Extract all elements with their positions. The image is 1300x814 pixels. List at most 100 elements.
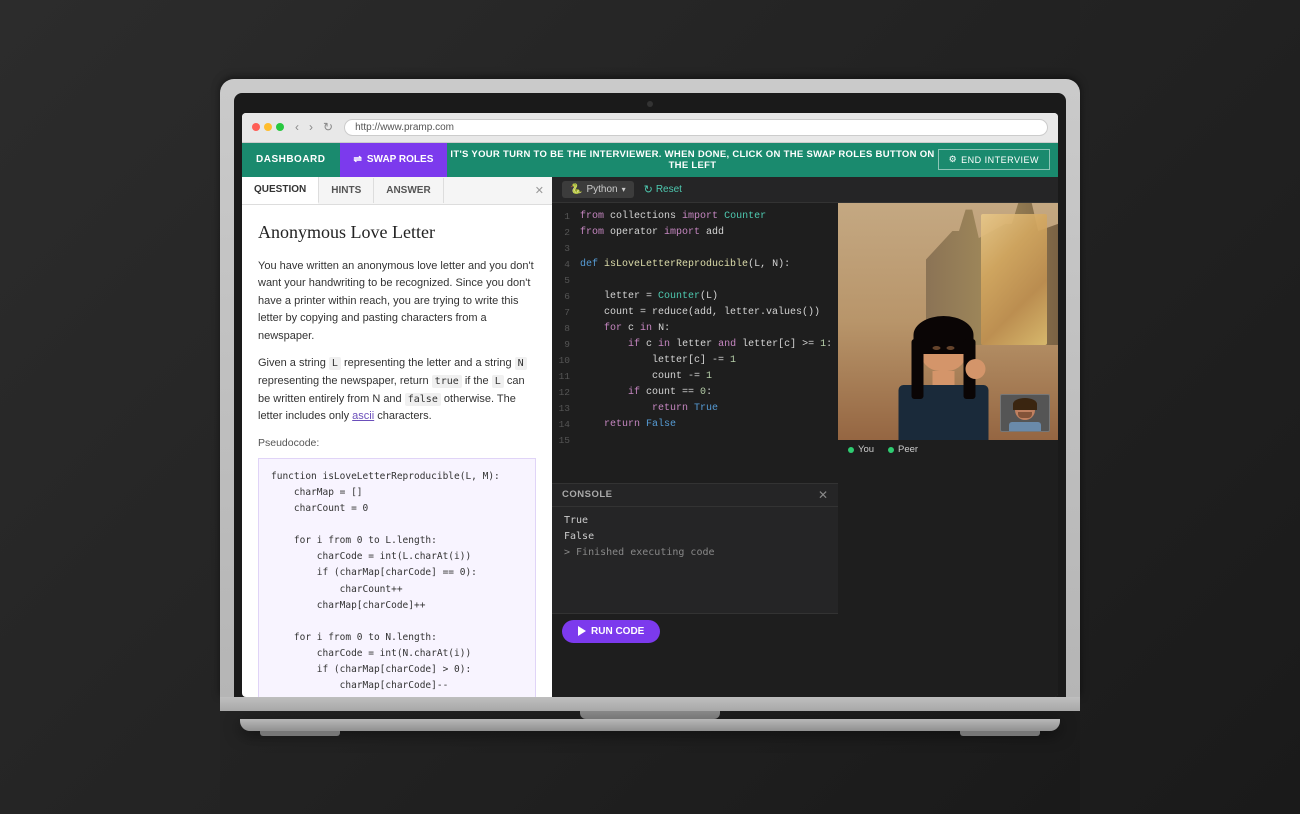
ascii-link[interactable]: ascii (352, 410, 374, 422)
end-interview-button[interactable]: ⚙ END INTERVIEW (938, 149, 1050, 170)
peer-beard (1018, 412, 1032, 418)
tab-question[interactable]: QUESTION (242, 177, 319, 204)
python-icon: 🐍 (570, 184, 582, 195)
refresh-icon: ↻ (644, 183, 653, 196)
main-content: QUESTION HINTS ANSWER ✕ Anonymous Love L… (242, 177, 1058, 697)
reset-button[interactable]: ↻ Reset (644, 183, 682, 196)
inline-code-false: false (405, 393, 441, 406)
peer-text: Peer (898, 444, 918, 455)
console-output: True False > Finished executing code (552, 507, 838, 613)
video-panel: You Peer (838, 203, 1058, 697)
play-icon (578, 626, 586, 636)
foot-right (960, 731, 1040, 736)
code-line-2: 2 from operator import add (552, 227, 838, 243)
code-line-1: 1 from collections import Counter (552, 211, 838, 227)
code-line-8: 8 for c in N: (552, 323, 838, 339)
inline-code-L2: L (492, 375, 504, 388)
console-line-true: True (564, 513, 826, 529)
peer-body (1009, 422, 1041, 432)
you-indicator (848, 447, 854, 453)
back-button[interactable]: ‹ (292, 120, 302, 134)
language-selector[interactable]: 🐍 Python ▾ (562, 181, 634, 198)
swap-roles-button[interactable]: ⇌ SWAP ROLES (340, 143, 448, 177)
chevron-down-icon: ▾ (622, 185, 626, 194)
video-labels: You Peer (838, 440, 1058, 459)
address-bar[interactable]: http://www.pramp.com (344, 119, 1048, 136)
code-editor[interactable]: 1 from collections import Counter 2 from… (552, 203, 838, 483)
question-title: Anonymous Love Letter (258, 219, 536, 246)
code-line-9: 9 if c in letter and letter[c] >= 1: (552, 339, 838, 355)
settings-icon: ⚙ (949, 154, 958, 165)
minimize-dot[interactable] (264, 123, 272, 131)
peer-label: Peer (888, 444, 918, 455)
code-line-5: 5 (552, 275, 838, 291)
right-eye (946, 346, 954, 350)
code-line-6: 6 letter = Counter(L) (552, 291, 838, 307)
video-bg-scene (838, 203, 1058, 441)
code-line-10: 10 letter[c] -= 1 (552, 355, 838, 371)
console-line-false: False (564, 529, 826, 545)
code-line-3: 3 (552, 243, 838, 259)
console-line-finished: > Finished executing code (564, 545, 826, 561)
browser-window: ‹ › ↻ http://www.pramp.com DASHBOARD ⇌ S… (242, 113, 1058, 697)
console-panel: CONSOLE ✕ True False > Finished executin… (552, 483, 838, 613)
tab-hints[interactable]: HINTS (319, 178, 374, 203)
you-label: You (848, 444, 874, 455)
code-line-15: 15 (552, 435, 838, 451)
laptop-bottom (240, 719, 1060, 731)
peer-indicator (888, 447, 894, 453)
you-text: You (858, 444, 874, 455)
question-content: Anonymous Love Letter You have written a… (242, 205, 552, 697)
video-filler (838, 459, 1058, 697)
hand (966, 359, 986, 379)
peer-head (1015, 400, 1035, 420)
dashboard-link[interactable]: DASHBOARD (242, 143, 340, 177)
reload-button[interactable]: ↻ (320, 120, 336, 134)
code-line-11: 11 count -= 1 (552, 371, 838, 387)
code-line-7: 7 count = reduce(add, letter.values()) (552, 307, 838, 323)
code-line-4: 4 def isLoveLetterReproducible(L, N): (552, 259, 838, 275)
browser-dots (252, 123, 284, 131)
window-bg (981, 214, 1047, 345)
laptop-feet (260, 731, 1040, 736)
peer-hair (1013, 398, 1037, 410)
inline-code-L: L (329, 357, 341, 370)
question-body1: You have written an anonymous love lette… (258, 258, 536, 346)
browser-chrome: ‹ › ↻ http://www.pramp.com (242, 113, 1058, 143)
inline-code-true: true (432, 375, 462, 388)
editor-toolbar: 🐍 Python ▾ ↻ Reset (552, 177, 1058, 203)
video-feed (838, 203, 1058, 441)
tab-answer[interactable]: ANSWER (374, 178, 443, 203)
run-code-label: RUN CODE (591, 626, 644, 637)
laptop-base (220, 697, 1080, 711)
inline-code-N: N (515, 357, 527, 370)
left-panel: QUESTION HINTS ANSWER ✕ Anonymous Love L… (242, 177, 552, 697)
question-body2: Given a string L representing the letter… (258, 355, 536, 425)
app-header: DASHBOARD ⇌ SWAP ROLES IT'S YOUR TURN TO… (242, 143, 1058, 177)
header-message: IT'S YOUR TURN TO BE THE INTERVIEWER. WH… (447, 149, 937, 171)
run-code-button[interactable]: RUN CODE (562, 620, 660, 643)
maximize-dot[interactable] (276, 123, 284, 131)
right-panel: 🐍 Python ▾ ↻ Reset (552, 177, 1058, 697)
code-line-14: 14 return False (552, 419, 838, 435)
console-close-button[interactable]: ✕ (818, 488, 828, 502)
close-dot[interactable] (252, 123, 260, 131)
end-interview-label: END INTERVIEW (961, 155, 1039, 165)
run-code-bar: RUN CODE (552, 613, 838, 649)
browser-nav: ‹ › ↻ (292, 120, 336, 134)
person-hair-left (912, 339, 924, 399)
forward-button[interactable]: › (306, 120, 316, 134)
pseudocode-block: function isLoveLetterReproducible(L, M):… (258, 458, 536, 697)
swap-label: SWAP ROLES (367, 154, 434, 165)
editor-area: 1 from collections import Counter 2 from… (552, 203, 1058, 697)
peer-video-pip (1000, 394, 1050, 432)
main-person (899, 319, 989, 440)
person-neck (933, 371, 955, 385)
laptop-hinge (580, 711, 720, 719)
console-header: CONSOLE ✕ (552, 484, 838, 507)
person-head (920, 319, 968, 371)
code-line-12: 12 if count == 0: (552, 387, 838, 403)
editor-left: 1 from collections import Counter 2 from… (552, 203, 838, 697)
panel-close-button[interactable]: ✕ (527, 179, 552, 202)
tabs-bar: QUESTION HINTS ANSWER ✕ (242, 177, 552, 205)
